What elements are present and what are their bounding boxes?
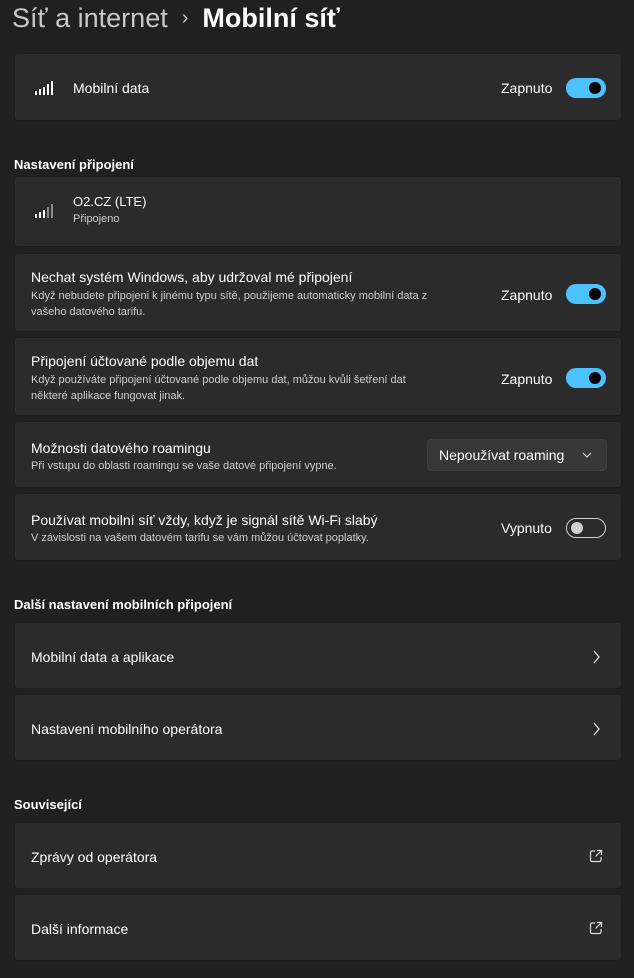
external-link-icon: [589, 849, 603, 863]
keep-connected-state-label: Zapnuto: [501, 287, 553, 303]
keep-connected-desc-line2: vašeho datového tarifu.: [31, 306, 146, 318]
network-status: Připojeno: [73, 213, 120, 225]
chevron-right-icon: [593, 650, 600, 664]
operator-settings-label: Nastavení mobilního operátora: [31, 721, 223, 737]
toggle-knob: [571, 522, 583, 534]
signal-bars-icon: [35, 204, 55, 218]
weak-wifi-state-label: Vypnuto: [501, 520, 552, 536]
metered-connection-toggle[interactable]: [566, 368, 606, 388]
mobile-data-toggle[interactable]: [566, 78, 606, 98]
metered-connection-desc-line1: Když používáte připojení účtované podle …: [31, 374, 406, 386]
keep-connected-desc-line1: Když nebudete připojeni k jinému typu sí…: [31, 290, 428, 302]
roaming-card: Možnosti datového roamingu Při vstupu do…: [14, 421, 622, 488]
weak-wifi-toggle[interactable]: [566, 518, 606, 538]
network-name: O2.CZ (LTE): [73, 194, 147, 209]
more-info-label: Další informace: [31, 921, 129, 937]
keep-connected-title: Nechat systém Windows, aby udržoval mé p…: [31, 269, 353, 285]
mobile-data-card: Mobilní data Zapnuto: [14, 53, 622, 121]
toggle-knob: [589, 82, 601, 94]
metered-connection-state-label: Zapnuto: [501, 371, 553, 387]
mobile-data-apps-label: Mobilní data a aplikace: [31, 649, 175, 665]
metered-connection-desc-line2: některé aplikace fungovat jinak.: [31, 390, 186, 402]
metered-connection-title: Připojení účtované podle objemu dat: [31, 353, 259, 369]
toggle-knob: [589, 288, 601, 300]
breadcrumb: Síť a internet › Mobilní síť: [12, 0, 340, 36]
roaming-dropdown[interactable]: Nepoužívat roaming: [427, 439, 607, 471]
operator-messages-label: Zprávy od operátora: [31, 849, 158, 865]
chevron-down-icon: [582, 452, 592, 458]
more-info-link[interactable]: Další informace: [14, 894, 622, 961]
network-card[interactable]: O2.CZ (LTE) Připojeno: [14, 176, 622, 247]
chevron-right-icon: [593, 722, 600, 736]
roaming-desc: Při vstupu do oblasti roamingu se vaše d…: [31, 460, 337, 472]
breadcrumb-separator-icon: ›: [181, 6, 189, 29]
weak-wifi-title: Používat mobilní síť vždy, když je signá…: [31, 512, 378, 528]
more-settings-heading: Další nastavení mobilních připojení: [14, 597, 233, 612]
external-link-icon: [589, 921, 603, 935]
toggle-knob: [589, 372, 601, 384]
operator-settings-item[interactable]: Nastavení mobilního operátora: [14, 694, 622, 761]
related-heading: Související: [14, 797, 82, 812]
roaming-title: Možnosti datového roamingu: [31, 440, 211, 456]
breadcrumb-parent-link[interactable]: Síť a internet: [12, 3, 168, 34]
roaming-dropdown-value: Nepoužívat roaming: [439, 447, 565, 463]
signal-bars-icon: [35, 81, 55, 95]
page-title: Mobilní síť: [202, 2, 340, 33]
operator-messages-link[interactable]: Zprávy od operátora: [14, 822, 622, 889]
metered-connection-card: Připojení účtované podle objemu dat Když…: [14, 337, 622, 416]
keep-connected-card: Nechat systém Windows, aby udržoval mé p…: [14, 253, 622, 332]
mobile-data-state-label: Zapnuto: [501, 80, 553, 96]
connection-settings-heading: Nastavení připojení: [14, 157, 134, 172]
weak-wifi-desc: V závislosti na vašem datovém tarifu se …: [31, 532, 369, 544]
weak-wifi-card: Používat mobilní síť vždy, když je signá…: [14, 493, 622, 561]
mobile-data-label: Mobilní data: [73, 80, 150, 96]
mobile-data-apps-item[interactable]: Mobilní data a aplikace: [14, 622, 622, 689]
keep-connected-toggle[interactable]: [566, 284, 606, 304]
